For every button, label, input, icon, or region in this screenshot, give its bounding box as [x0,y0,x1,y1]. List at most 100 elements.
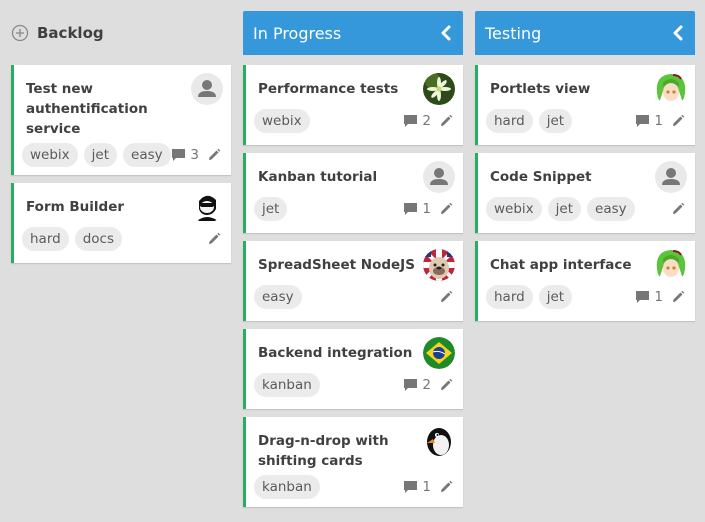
comments-button[interactable]: 2 [403,113,431,129]
kanban-card[interactable]: Performance tests webix 2 [243,65,463,145]
edit-icon[interactable] [439,202,453,216]
kanban-card[interactable]: Drag-n-drop with shifting cards kanban 1 [243,417,463,507]
card-tools: 2 [403,113,453,129]
comment-icon [171,148,186,163]
card-tools [207,232,221,246]
card-footer: hard jet 1 [486,285,685,309]
tag: jet [254,197,288,221]
edit-icon[interactable] [671,114,685,128]
avatar[interactable] [191,191,223,223]
kanban-card[interactable]: Portlets view hard jet 1 [475,65,695,145]
card-footer: webix jet easy [486,197,685,221]
card-footer: kanban 2 [254,373,453,397]
card-list: Performance tests webix 2 Kanban tutorial je… [243,65,463,507]
card-footer: jet 1 [254,197,453,221]
card-list: Portlets view hard jet 1 Code Snippet webix je… [475,65,695,321]
chevron-left-icon[interactable] [671,24,685,42]
comment-count: 3 [190,147,199,163]
tag-list: easy [254,285,439,309]
comments-button[interactable]: 1 [403,201,431,217]
edit-icon[interactable] [439,378,453,392]
card-list: Test new authentification service webix je… [11,65,231,263]
tag: jet [538,285,573,309]
user-icon[interactable] [191,73,223,105]
column-header: Testing [475,11,695,55]
card-tools: 1 [635,113,685,129]
comment-count: 1 [654,113,663,129]
card-tools: 1 [403,479,453,495]
kanban-card[interactable]: Code Snippet webix jet easy [475,153,695,233]
tag-list: jet [254,197,403,221]
tag: jet [547,197,582,221]
tag: kanban [254,475,320,499]
avatar[interactable] [655,73,687,105]
comments-button[interactable]: 1 [635,113,663,129]
column-header: Backlog [11,11,231,55]
tag: webix [486,197,542,221]
card-footer: easy [254,285,453,309]
tag-list: hard jet [486,109,635,133]
tag: hard [486,285,533,309]
tag-list: webix jet easy [486,197,671,221]
avatar[interactable] [423,249,455,281]
tag: easy [123,143,171,167]
comments-button[interactable]: 1 [635,289,663,305]
add-icon[interactable] [11,24,29,42]
chevron-left-icon[interactable] [439,24,453,42]
card-tools: 3 [171,147,221,163]
comment-count: 1 [654,289,663,305]
edit-icon[interactable] [439,114,453,128]
tag-list: kanban [254,475,403,499]
tag: easy [587,197,635,221]
comments-button[interactable]: 2 [403,377,431,393]
kanban-card[interactable]: Kanban tutorial jet 1 [243,153,463,233]
comment-count: 1 [422,201,431,217]
kanban-card[interactable]: SpreadSheet NodeJS easy [243,241,463,321]
comment-icon [403,202,418,217]
avatar[interactable] [423,73,455,105]
tag-list: webix [254,109,403,133]
comment-icon [635,290,650,305]
card-tools [671,202,685,216]
kanban-card[interactable]: Chat app interface hard jet 1 [475,241,695,321]
avatar[interactable] [423,425,455,457]
tag: webix [254,109,310,133]
comment-icon [403,378,418,393]
kanban-card[interactable]: Form Builder hard docs [11,183,231,263]
kanban-card[interactable]: Test new authentification service webix je… [11,65,231,175]
edit-icon[interactable] [671,202,685,216]
tag: jet [83,143,118,167]
comment-count: 2 [422,377,431,393]
column-header: In Progress [243,11,463,55]
card-tools: 1 [403,201,453,217]
edit-icon[interactable] [207,148,221,162]
card-tools: 1 [635,289,685,305]
tag-list: hard jet [486,285,635,309]
card-tools [439,290,453,304]
comment-count: 2 [422,113,431,129]
avatar[interactable] [423,337,455,369]
tag-list: webix jet easy [22,143,171,167]
edit-icon[interactable] [671,290,685,304]
user-icon[interactable] [423,161,455,193]
comments-button[interactable]: 3 [171,147,199,163]
card-footer: webix 2 [254,109,453,133]
column-in-progress: In Progress Performance tests webix 2 Kanba… [243,11,463,515]
kanban-card[interactable]: Backend integration kanban 2 [243,329,463,409]
tag: docs [74,227,123,251]
card-footer: kanban 1 [254,475,453,499]
tag: easy [254,285,302,309]
edit-icon[interactable] [439,480,453,494]
comments-button[interactable]: 1 [403,479,431,495]
tag: hard [22,227,69,251]
user-icon[interactable] [655,161,687,193]
comment-icon [635,114,650,129]
avatar[interactable] [655,249,687,281]
tag-list: hard docs [22,227,207,251]
edit-icon[interactable] [207,232,221,246]
edit-icon[interactable] [439,290,453,304]
tag: webix [22,143,78,167]
tag: jet [538,109,573,133]
tag-list: kanban [254,373,403,397]
card-footer: hard jet 1 [486,109,685,133]
